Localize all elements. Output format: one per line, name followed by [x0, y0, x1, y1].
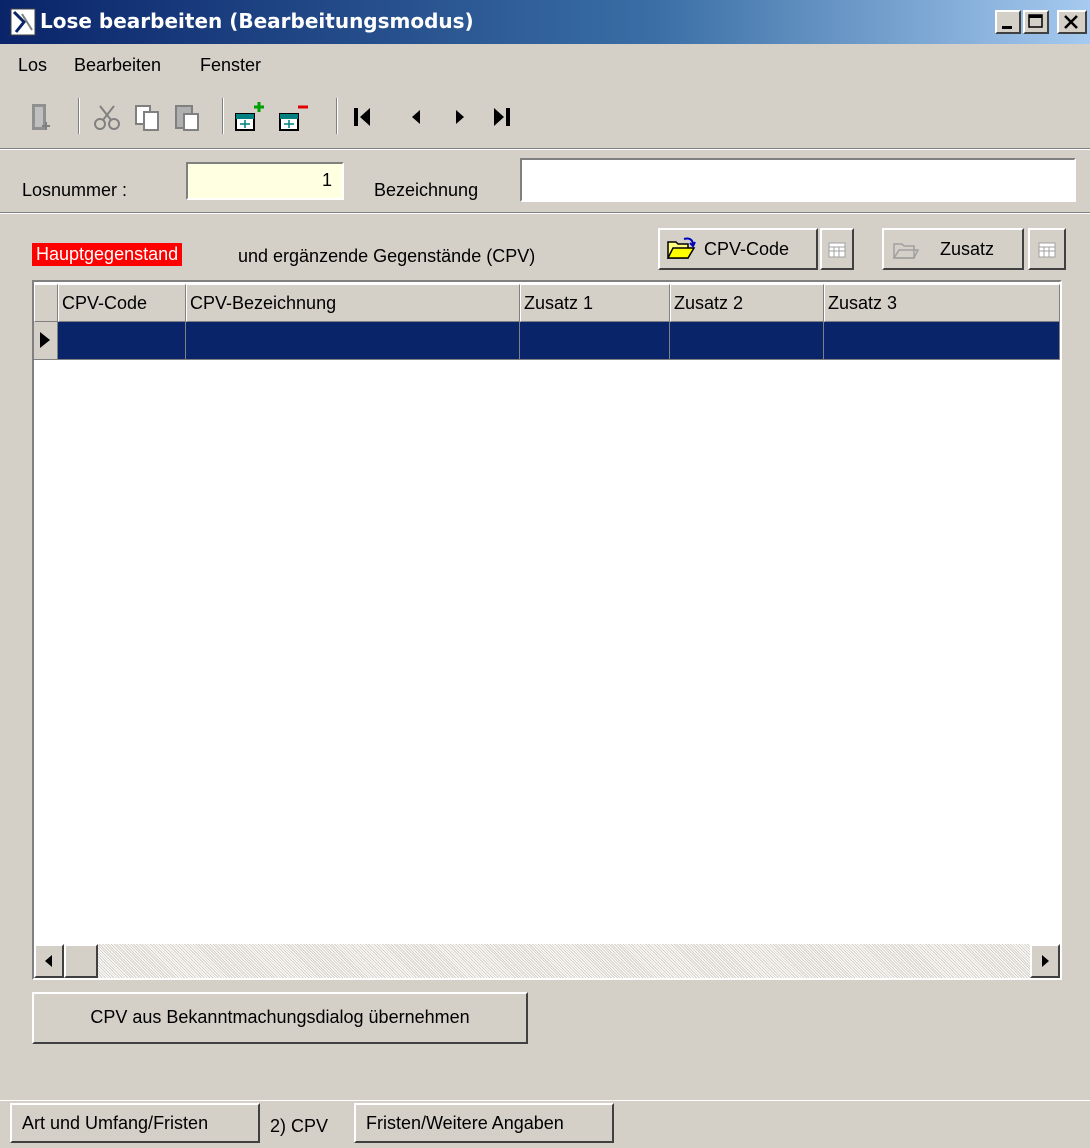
toolbar-separator: [336, 98, 338, 134]
arrow-left-icon: [45, 955, 52, 967]
previous-record-icon[interactable]: [400, 98, 434, 136]
losnummer-input[interactable]: 1: [186, 162, 344, 200]
maximize-icon: [1028, 14, 1043, 28]
close-icon: [1064, 15, 1078, 29]
row-indicator-header: [34, 284, 58, 322]
menu-bearbeiten[interactable]: Bearbeiten: [74, 55, 161, 76]
tab-strip-line: [0, 1100, 1090, 1102]
column-header-zusatz-2[interactable]: Zusatz 2: [670, 284, 824, 322]
copy-icon[interactable]: [130, 98, 164, 136]
zusatz-button-label: Zusatz: [940, 239, 995, 259]
first-record-icon[interactable]: [348, 98, 382, 136]
cpv-code-button[interactable]: CPV-Code: [658, 228, 818, 270]
paste-icon[interactable]: [170, 98, 204, 136]
table-icon: [828, 242, 846, 258]
arrow-right-icon: [1042, 955, 1049, 967]
current-row-arrow-icon: [40, 332, 50, 348]
divider: [0, 148, 1090, 150]
close-button[interactable]: [1057, 10, 1087, 34]
last-record-icon[interactable]: [484, 98, 518, 136]
folder-icon: [892, 243, 920, 259]
maximize-button[interactable]: [1023, 10, 1049, 34]
tab-cpv[interactable]: 2) CPV: [260, 1108, 352, 1148]
column-header-cpv-code[interactable]: CPV-Code: [58, 284, 186, 322]
cpv-caption: und ergänzende Gegenstände (CPV): [238, 246, 536, 266]
table-cell[interactable]: [520, 322, 670, 360]
horizontal-scrollbar[interactable]: [34, 944, 1060, 978]
zusatz-button[interactable]: Zusatz: [882, 228, 1024, 270]
column-header-cpv-bezeichnung[interactable]: CPV-Bezeichnung: [186, 284, 520, 322]
cpv-code-list-button[interactable]: [820, 228, 854, 270]
row-indicator: [34, 322, 58, 360]
add-record-icon[interactable]: [232, 98, 266, 136]
tab-art-und-umfang[interactable]: Art und Umfang/Fristen: [10, 1103, 260, 1143]
cpv-code-button-label: CPV-Code: [704, 239, 790, 259]
column-header-zusatz-1[interactable]: Zusatz 1: [520, 284, 670, 322]
next-record-icon[interactable]: [444, 98, 478, 136]
cut-icon[interactable]: [90, 98, 124, 136]
table-cell[interactable]: [58, 322, 186, 360]
minimize-button[interactable]: [995, 10, 1021, 34]
hauptgegenstand-badge: Hauptgegenstand: [32, 243, 183, 266]
bezeichnung-input[interactable]: [520, 158, 1076, 202]
exit-icon[interactable]: [22, 98, 56, 136]
zusatz-list-button[interactable]: [1028, 228, 1066, 270]
delete-record-icon[interactable]: [276, 98, 310, 136]
cpv-grid[interactable]: CPV-Code CPV-Bezeichnung Zusatz 1 Zusatz…: [32, 280, 1062, 980]
scroll-thumb[interactable]: [64, 944, 98, 978]
window-title: Lose bearbeiten (Bearbeitungsmodus): [40, 9, 474, 33]
uebernehmen-button[interactable]: CPV aus Bekanntmachungsdialog übernehmen: [32, 992, 528, 1044]
bezeichnung-label: Bezeichnung: [374, 180, 479, 200]
table-cell[interactable]: [186, 322, 520, 360]
toolbar-separator: [222, 98, 224, 134]
losnummer-label: Losnummer :: [22, 180, 128, 200]
folder-open-icon: [666, 237, 696, 259]
app-icon: [10, 8, 36, 36]
divider: [0, 212, 1090, 214]
tab-fristen-weitere-angaben[interactable]: Fristen/Weitere Angaben: [354, 1103, 614, 1143]
table-cell[interactable]: [824, 322, 1060, 360]
toolbar-separator: [78, 98, 80, 134]
minimize-icon: [1002, 26, 1012, 29]
column-header-zusatz-3[interactable]: Zusatz 3: [824, 284, 1060, 322]
menu-fenster[interactable]: Fenster: [200, 55, 261, 76]
scroll-left-button[interactable]: [34, 944, 64, 978]
menu-los[interactable]: Los: [18, 55, 47, 76]
table-cell[interactable]: [670, 322, 824, 360]
scroll-right-button[interactable]: [1030, 944, 1060, 978]
table-icon: [1038, 242, 1056, 258]
